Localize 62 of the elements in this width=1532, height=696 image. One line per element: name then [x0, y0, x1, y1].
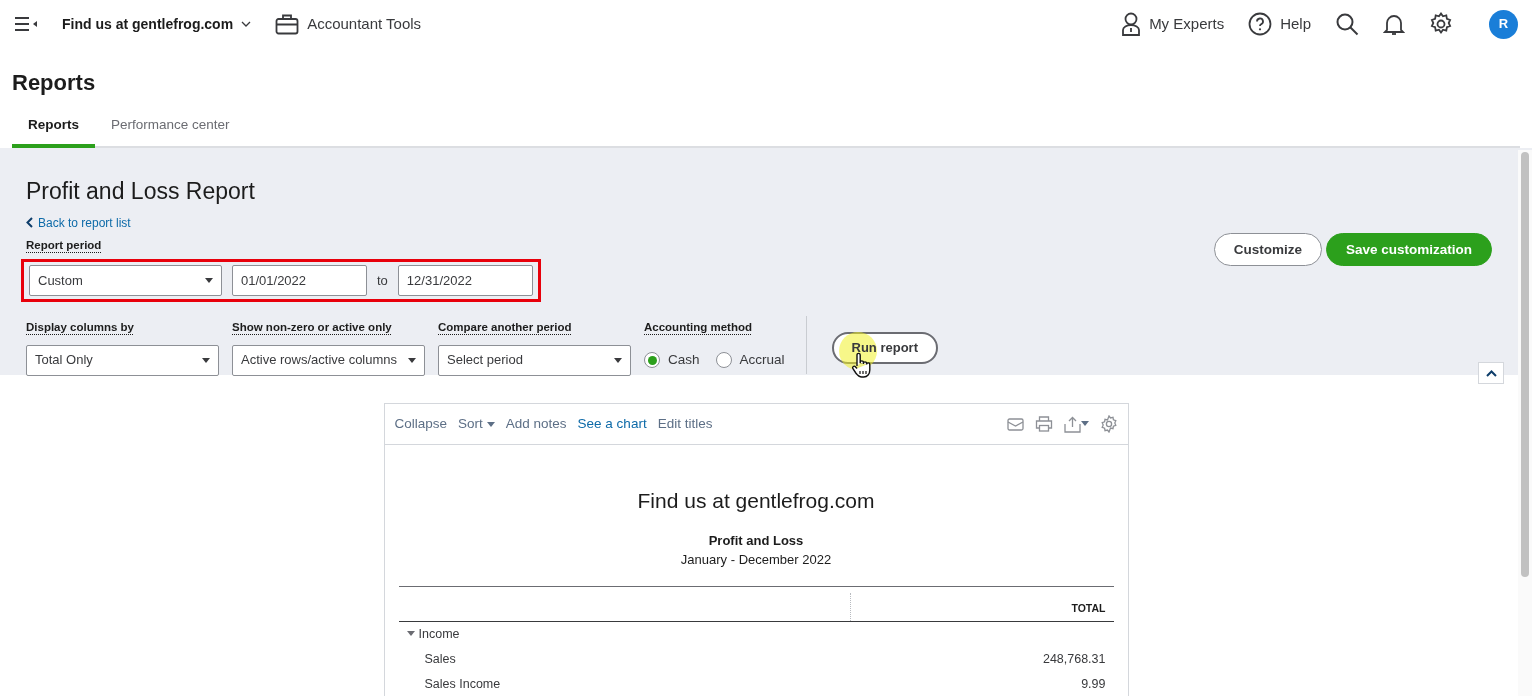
report-name: Profit and Loss	[707, 531, 805, 550]
help-button[interactable]: Help	[1248, 12, 1311, 36]
amount: 9.99	[1081, 675, 1106, 693]
radio-option[interactable]: Accrual	[715, 349, 785, 371]
to-label: to	[377, 272, 388, 291]
row-label: Sales Income	[424, 675, 501, 693]
search-icon[interactable]	[1335, 12, 1359, 36]
caret-down-icon	[406, 631, 415, 638]
avatar[interactable]: R	[1489, 9, 1518, 39]
briefcase-icon	[275, 13, 300, 35]
toolbar-link[interactable]: Add notes	[505, 414, 567, 435]
tab[interactable]: Performance center	[95, 107, 246, 149]
field-label: Accounting method	[644, 320, 752, 336]
caret-icon	[614, 357, 622, 363]
settings-icon[interactable]	[1429, 12, 1453, 36]
company-selector[interactable]: Find us at gentlefrog.com	[62, 13, 252, 35]
chevron-left-icon	[26, 217, 33, 229]
report-title: Profit and Loss Report	[26, 178, 256, 206]
toolbar-link[interactable]: Collapse	[394, 414, 448, 435]
email-icon[interactable]	[1006, 417, 1024, 431]
person-icon	[1121, 12, 1142, 36]
help-icon	[1248, 12, 1273, 36]
chevron-down-icon	[241, 21, 252, 27]
toolbar-link[interactable]: Edit titles	[657, 414, 713, 435]
expand-toggle[interactable]	[406, 631, 415, 638]
dropdown[interactable]: Select period	[438, 344, 631, 376]
date-field[interactable]: 12/31/2022	[397, 265, 533, 297]
column-header: TOTAL	[1071, 601, 1106, 614]
accountant-tools-button[interactable]: Accountant Tools	[275, 12, 422, 36]
dropdown[interactable]: Active rows/active columns	[232, 344, 425, 376]
notification-bell-icon[interactable]	[1383, 12, 1405, 36]
chevron-up-icon	[1485, 369, 1497, 377]
collapse-button[interactable]	[1478, 362, 1504, 385]
hand-cursor-icon	[849, 351, 872, 378]
back-link[interactable]: Back to report list	[26, 213, 131, 232]
field-label: Display columns by	[26, 320, 134, 336]
my-experts-button[interactable]: My Experts	[1121, 12, 1225, 36]
row-label: Sales	[424, 650, 456, 668]
radio-option[interactable]: Cash	[644, 349, 700, 371]
customize-button[interactable]: Customize	[1213, 233, 1322, 267]
amount: 248,768.31	[1042, 650, 1106, 668]
radio-button[interactable]	[644, 352, 660, 369]
dropdown[interactable]: Total Only	[26, 344, 219, 376]
export-icon[interactable]	[1063, 415, 1089, 433]
row-label[interactable]: Income	[418, 624, 460, 644]
scrollbar[interactable]	[1521, 152, 1529, 577]
field-label: Report period	[26, 238, 102, 254]
date-field[interactable]: 01/01/2022	[232, 265, 367, 297]
field-label: Show non-zero or active only	[232, 320, 392, 336]
print-icon[interactable]	[1034, 416, 1053, 433]
page-title: Reports	[12, 69, 97, 97]
toolbar-link[interactable]: See a chart	[577, 414, 647, 435]
caret-icon	[408, 357, 416, 363]
caret-icon	[205, 278, 213, 284]
caret-icon	[202, 357, 210, 363]
report-company-name: Find us at gentlefrog.com	[636, 488, 876, 515]
sort-menu[interactable]: Sort	[458, 414, 495, 435]
report-period: January - December 2022	[679, 551, 833, 570]
menu-icon[interactable]	[14, 16, 38, 32]
period-dropdown[interactable]: Custom	[29, 265, 222, 297]
field-label: Compare another period	[438, 320, 572, 336]
radio-button[interactable]	[715, 352, 732, 369]
